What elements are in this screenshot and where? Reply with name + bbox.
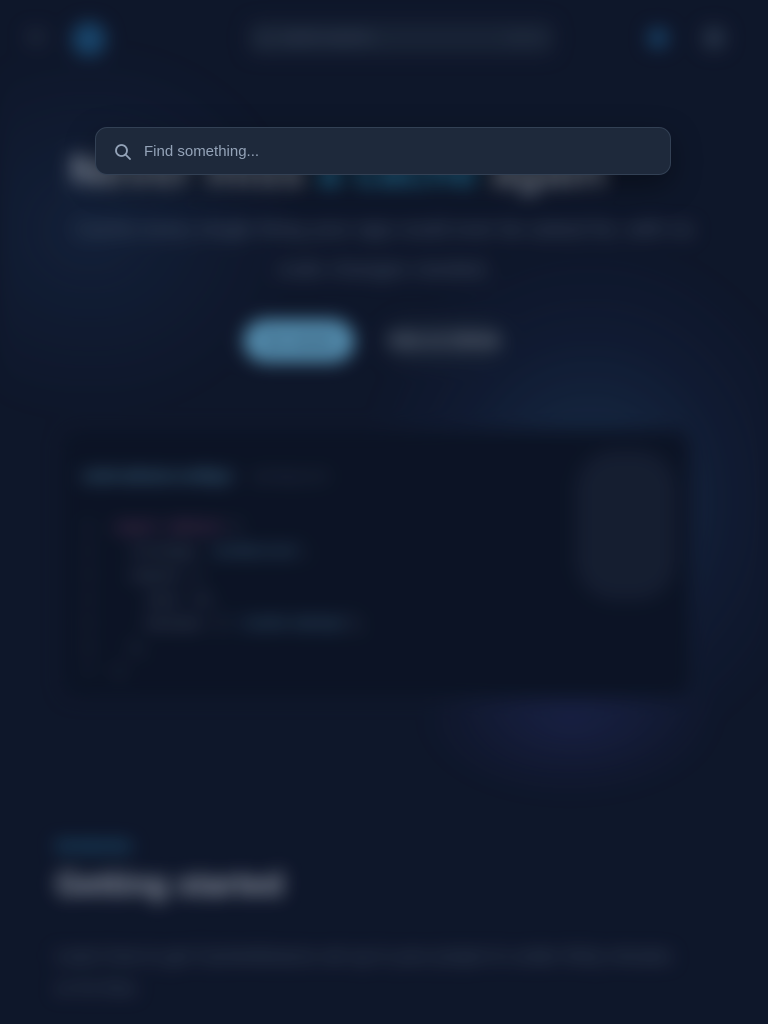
search-dialog [95,127,671,175]
page: Quick search... Ctrl K Never miss a cach… [0,0,768,1024]
search-input[interactable] [144,128,644,174]
search-icon [114,143,132,161]
